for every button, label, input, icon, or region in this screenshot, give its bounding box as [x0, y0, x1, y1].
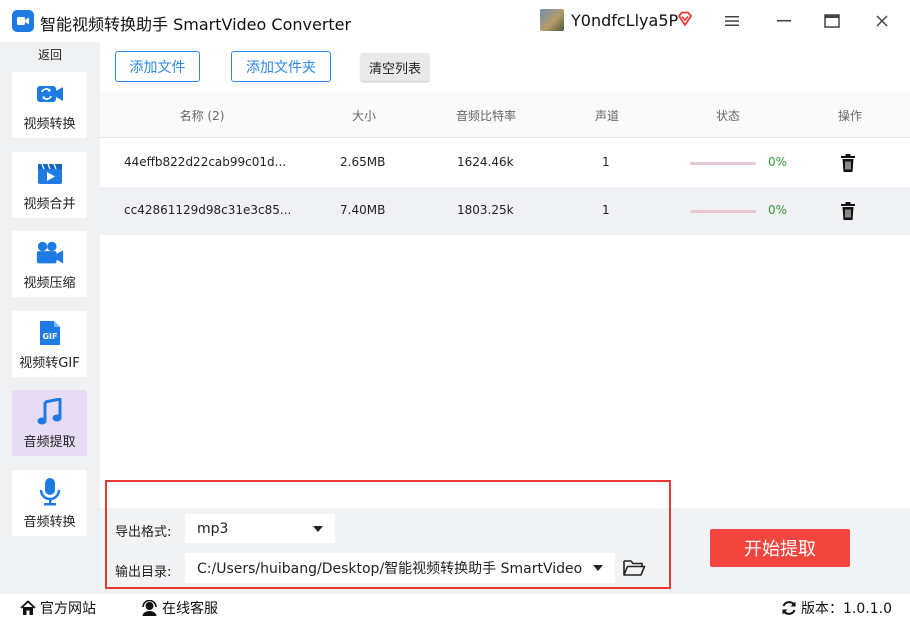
microphone-icon: [35, 477, 65, 507]
column-header-bitrate[interactable]: 音频比特率: [456, 107, 516, 124]
title-bar: 智能视频转换助手 SmartVideo Converter Y0ndfcLlya…: [0, 0, 910, 42]
menu-icon[interactable]: [719, 8, 745, 34]
add-folder-button[interactable]: 添加文件夹: [231, 51, 331, 82]
refresh-icon: [782, 601, 796, 615]
sidebar-item-label: 音频转换: [23, 515, 76, 530]
sidebar-item-video-compress[interactable]: 视频压缩: [12, 231, 87, 297]
file-size: 2.65MB: [340, 155, 386, 169]
audio-bitrate: 1624.46k: [457, 155, 514, 169]
file-size: 7.40MB: [340, 203, 386, 217]
footer: 官方网站 在线客服 版本：1.0.1.0: [0, 594, 910, 622]
folder-open-icon[interactable]: [622, 557, 646, 579]
sidebar: 返回 视频转换 视频合并 视频压缩 GIF 视频转GIF 音频提取 音频转换: [0, 42, 100, 594]
audio-channels: 1: [602, 155, 610, 169]
sidebar-item-label: 视频合并: [23, 197, 76, 212]
file-name: 44effb822d22cab99c01d...: [124, 155, 287, 169]
column-header-actions[interactable]: 操作: [838, 107, 862, 124]
sidebar-item-video-gif[interactable]: GIF 视频转GIF: [12, 311, 87, 377]
format-label: 导出格式:: [115, 525, 172, 540]
sidebar-item-video-convert[interactable]: 视频转换: [12, 72, 87, 138]
format-value: mp3: [197, 520, 229, 537]
version-label: 版本：1.0.1.0: [801, 601, 892, 617]
minimize-icon[interactable]: [771, 8, 797, 34]
column-header-channels[interactable]: 声道: [595, 107, 619, 124]
output-dir-value: C:/Users/huibang/Desktop/智能视频转换助手 SmartV…: [197, 561, 583, 577]
video-convert-icon: [35, 79, 65, 109]
gif-icon: GIF: [35, 318, 65, 348]
table-row[interactable]: 44effb822d22cab99c01d... 2.65MB 1624.46k…: [100, 139, 910, 187]
column-header-name[interactable]: 名称 (2): [180, 107, 225, 124]
trash-icon[interactable]: [838, 153, 858, 173]
sidebar-item-label: 视频转GIF: [19, 356, 80, 371]
version-info[interactable]: 版本：1.0.1.0: [781, 598, 892, 618]
music-note-icon: [35, 397, 65, 427]
sidebar-item-audio-convert[interactable]: 音频转换: [12, 470, 87, 536]
close-icon[interactable]: [869, 8, 895, 34]
user-avatar[interactable]: [540, 9, 564, 31]
add-file-button[interactable]: 添加文件: [115, 51, 200, 82]
output-dir-select[interactable]: C:/Users/huibang/Desktop/智能视频转换助手 SmartV…: [185, 553, 615, 583]
clear-list-button[interactable]: 清空列表: [361, 53, 429, 81]
official-website-label: 官方网站: [40, 601, 96, 617]
output-dir-label: 输出目录:: [115, 565, 172, 580]
chevron-down-icon: [313, 525, 323, 532]
username[interactable]: Y0ndfcLlya5P: [571, 11, 678, 30]
start-extract-button[interactable]: 开始提取: [710, 529, 850, 567]
file-name: cc42861129d98c31e3c85...: [124, 203, 292, 217]
app-logo-icon: [12, 10, 34, 32]
status-percent: 0%: [768, 203, 788, 217]
sidebar-item-video-merge[interactable]: 视频合并: [12, 152, 87, 218]
sidebar-item-label: 视频转换: [23, 117, 76, 132]
svg-text:GIF: GIF: [42, 332, 57, 341]
table-row[interactable]: cc42861129d98c31e3c85... 7.40MB 1803.25k…: [100, 187, 910, 235]
format-select[interactable]: mp3: [185, 514, 335, 543]
audio-channels: 1: [602, 203, 610, 217]
vip-diamond-icon[interactable]: [676, 10, 694, 28]
chevron-down-icon: [593, 565, 603, 571]
sidebar-item-audio-extract[interactable]: 音频提取: [12, 390, 87, 456]
progress-bar: [690, 210, 756, 213]
status-percent: 0%: [768, 155, 788, 169]
video-merge-icon: [35, 159, 65, 189]
app-title: 智能视频转换助手 SmartVideo Converter: [40, 15, 352, 34]
table-header: 名称 (2) 大小 音频比特率 声道 状态 操作: [100, 92, 910, 138]
column-header-status[interactable]: 状态: [716, 107, 740, 124]
official-website-link[interactable]: 官方网站: [20, 598, 96, 618]
progress-bar: [690, 162, 756, 165]
column-header-size[interactable]: 大小: [352, 107, 376, 124]
maximize-icon[interactable]: [819, 8, 845, 34]
online-support-label: 在线客服: [162, 601, 218, 617]
trash-icon[interactable]: [838, 201, 858, 221]
sidebar-item-label: 视频压缩: [23, 276, 76, 291]
home-icon: [20, 600, 36, 615]
support-agent-icon: [142, 600, 157, 616]
sidebar-item-label: 音频提取: [23, 435, 76, 450]
online-support-link[interactable]: 在线客服: [141, 598, 218, 618]
audio-bitrate: 1803.25k: [457, 203, 514, 217]
video-compress-icon: [35, 238, 65, 268]
back-button[interactable]: 返回: [0, 42, 100, 68]
